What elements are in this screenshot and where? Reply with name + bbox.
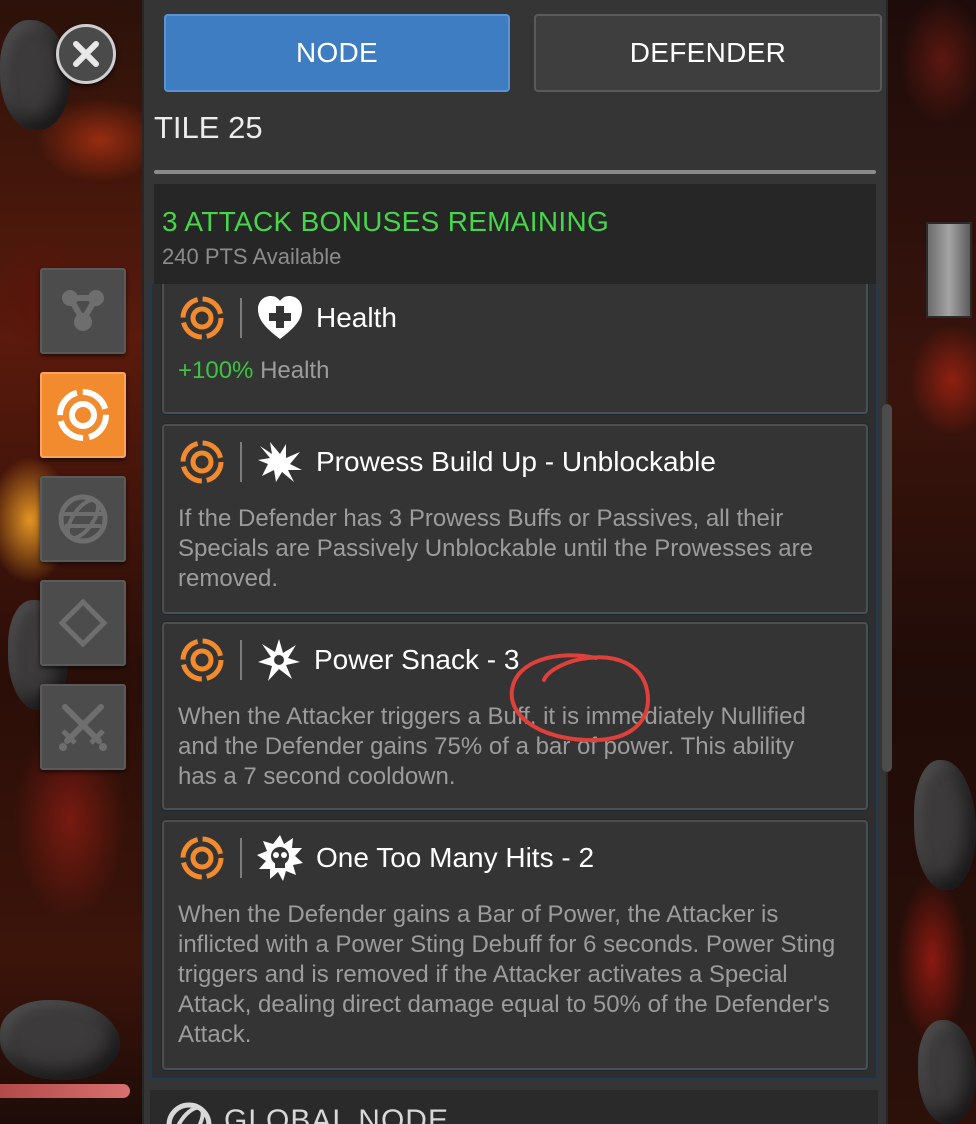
node-card-header: One Too Many Hits - 2 [178,832,594,884]
burst-icon [258,442,302,482]
crossed-swords-icon [59,704,107,751]
globe-icon [58,494,108,544]
node-card-header: Power Snack - 3 [178,634,519,686]
tab-defender[interactable]: DEFENDER [534,14,882,92]
page-title: TILE 25 [154,110,263,145]
side-tab-swords[interactable] [40,684,126,770]
node-description: +100% Health [178,356,836,386]
points-available: 240 PTS Available [162,244,342,269]
divider [154,170,876,174]
node-description: If the Defender has 3 Prowess Buffs or P… [178,505,813,592]
skull-burst-icon [257,835,303,881]
node-name: Power Snack - 3 [314,644,520,675]
node-name: Health [316,302,397,333]
node-card[interactable]: Health +100% Health [162,284,868,414]
node-card[interactable]: One Too Many Hits - 2 When the Defender … [162,820,868,1070]
node-name: Prowess Build Up - Unblockable [316,446,716,477]
side-tab-target[interactable] [40,372,126,458]
separator [240,640,242,680]
attack-bonus-box: 3 ATTACK BONUSES REMAINING 240 PTS Avail… [154,184,876,284]
target-icon [180,638,224,682]
scrollbar[interactable] [882,404,892,772]
node-list[interactable]: Health +100% Health Prowess Build Up - U… [150,284,878,1080]
attack-bonus-title: 3 ATTACK BONUSES REMAINING [162,206,610,237]
node-description: When the Attacker triggers a Buff, it is… [178,703,806,790]
separator [240,838,242,878]
separator [240,442,242,482]
node-bonus-label: Health [253,357,330,384]
tab-node[interactable]: NODE [164,14,510,92]
close-button[interactable] [56,24,116,84]
target-icon [180,296,224,340]
globe-icon [166,1102,212,1124]
global-node-label: GLOBAL NODE [224,1104,449,1124]
target-icon [180,440,224,484]
health-bar [0,1084,130,1098]
global-node-section[interactable]: GLOBAL NODE [150,1090,878,1124]
node-bonus-value: +100% [178,357,254,384]
separator [240,298,242,338]
node-description: When the Defender gains a Bar of Power, … [178,901,836,1048]
target-icon [57,389,109,441]
node-card[interactable]: Prowess Build Up - Unblockable If the De… [162,424,868,614]
side-tab-node-link[interactable] [40,268,126,354]
node-card-header: Prowess Build Up - Unblockable [178,436,716,488]
node-info-panel: NODE DEFENDER TILE 25 3 ATTACK BONUSES R… [142,0,892,1124]
side-tab-diamond[interactable] [40,580,126,666]
close-icon [73,41,99,67]
node-link-icon [62,290,104,331]
heart-plus-icon [258,296,302,339]
node-card-header: Health [178,292,397,344]
background-left [0,0,142,1124]
side-tab-globe[interactable] [40,476,126,562]
node-name: One Too Many Hits - 2 [316,842,595,873]
target-icon [180,836,224,880]
diamond-icon [58,598,108,648]
node-card[interactable]: Power Snack - 3 When the Attacker trigge… [162,622,868,810]
power-snack-icon [258,639,300,681]
tower-decoration [926,222,972,318]
